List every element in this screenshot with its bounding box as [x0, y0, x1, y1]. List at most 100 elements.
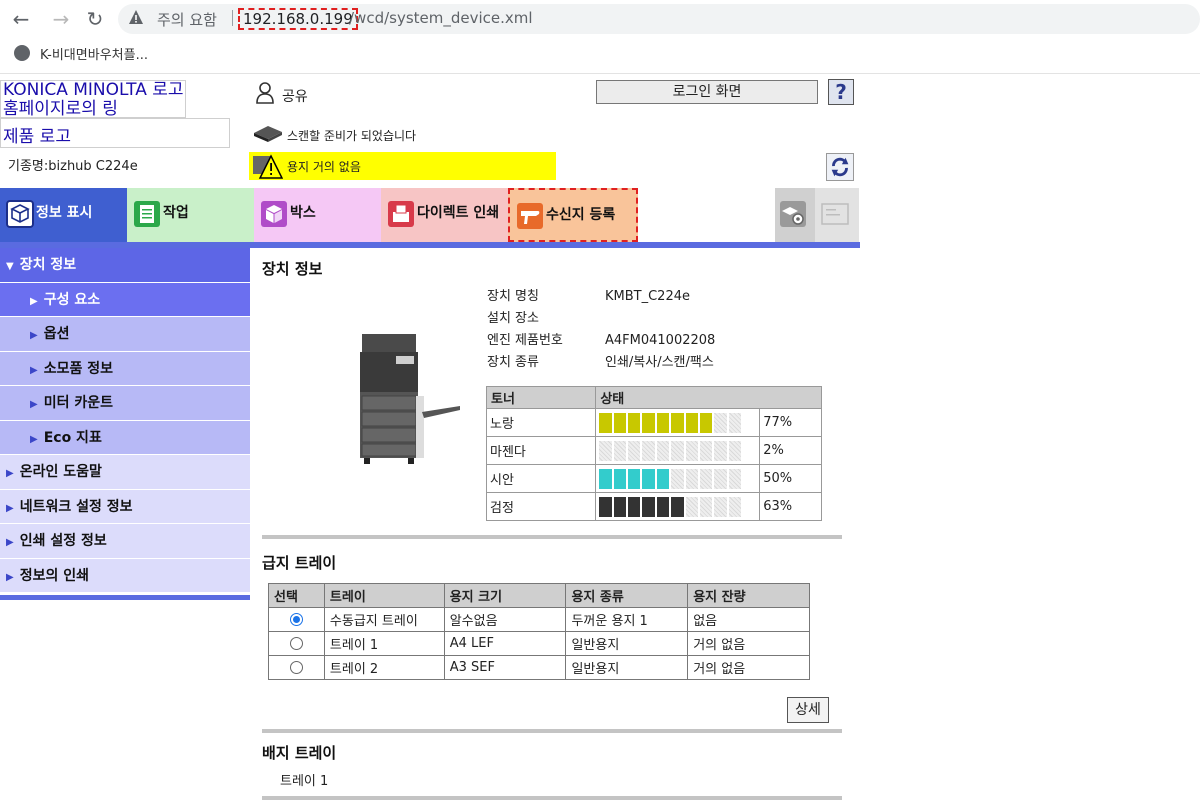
toner-segment	[714, 412, 727, 433]
paper-warning-text: 용지 거의 없음	[287, 160, 361, 174]
tab-utility[interactable]	[775, 188, 815, 242]
info-display-icon	[6, 200, 34, 228]
status-header: 상태	[595, 386, 822, 409]
help-button[interactable]: ?	[828, 79, 854, 105]
info-key: 엔진 제품번호	[487, 333, 563, 348]
toner-segment	[642, 412, 655, 433]
tray-cell: 수동급지 트레이	[323, 607, 445, 632]
tray-header-tray: 트레이	[323, 583, 445, 608]
sidebar-item-eco[interactable]: ▶ Eco 지표	[0, 420, 250, 455]
warning-printer-icon	[253, 154, 283, 179]
toner-segment	[714, 440, 727, 461]
sidebar-item-consumables[interactable]: ▶ 소모품 정보	[0, 351, 250, 386]
warning-triangle-icon[interactable]	[128, 9, 144, 25]
tray-table: 선택 트레이 용지 크기 용지 종류 용지 잔량 수동급지 트레이 알수없음 두…	[268, 583, 810, 680]
toner-color-name: 노랑	[485, 408, 597, 437]
company-logo-link[interactable]: KONICA MINOLTA 로고 홈페이지로의 링	[0, 80, 186, 118]
tray-header-size: 용지 크기	[443, 583, 567, 608]
exit-tray-title: 배지 트레이	[262, 744, 337, 762]
screen-icon	[821, 203, 849, 225]
sidebar-item-network-settings[interactable]: ▶ 네트워크 설정 정보	[0, 489, 250, 524]
toner-segment	[728, 496, 742, 517]
browser-chrome: ← → ↻ 주의 요함 192.168.0.199 /wcd/system_de…	[0, 0, 1200, 74]
toner-segment	[599, 496, 612, 517]
toner-segment	[728, 440, 742, 461]
tab-direct-print-label: 다이렉트 인쇄	[417, 205, 500, 221]
omnibox-divider	[232, 10, 233, 26]
refresh-icon[interactable]	[826, 153, 854, 181]
sidebar-item-print-settings[interactable]: ▶ 인쇄 설정 정보	[0, 524, 250, 559]
device-info-title: 장치 정보	[262, 260, 323, 278]
toner-segment	[685, 440, 699, 461]
reload-icon[interactable]: ↻	[82, 6, 108, 32]
sidebar-bottom-bar	[0, 595, 250, 600]
tray-radio[interactable]	[289, 613, 303, 626]
bookmark-link[interactable]: K-비대면바우처플...	[40, 44, 148, 63]
info-value: KMBT_C224e	[605, 289, 690, 304]
info-row: 장치 종류 인쇄/복사/스캔/팩스	[487, 352, 715, 374]
info-row: 엔진 제품번호 A4FM041002208	[487, 330, 715, 352]
sidebar-item-label: 구성 요소	[43, 291, 101, 308]
model-name: 기종명:bizhub C224e	[8, 159, 138, 174]
toner-row: 시안 50%	[485, 464, 822, 493]
security-label[interactable]: 주의 요함	[157, 9, 217, 30]
detail-button[interactable]: 상세	[787, 697, 829, 723]
sidebar-item-meter-count[interactable]: ▶ 미터 카운트	[0, 386, 250, 421]
tab-direct-print[interactable]: 다이렉트 인쇄	[381, 188, 508, 242]
sidebar-item-online-help[interactable]: ▶ 온라인 도움말	[0, 455, 250, 490]
login-screen-button[interactable]: 로그인 화면	[596, 80, 818, 104]
toner-segment	[714, 468, 727, 489]
table-row: 트레이 1 A4 LEF 일반용지 거의 없음	[268, 631, 810, 656]
box-icon	[261, 201, 287, 227]
sidebar-item-print-info[interactable]: ▶ 정보의 인쇄	[0, 558, 250, 593]
tray-select-cell	[268, 631, 325, 656]
tray-radio[interactable]	[289, 637, 303, 650]
tab-maintenance[interactable]	[815, 188, 859, 242]
sidebar-item-components[interactable]: ▶ 구성 요소	[0, 282, 250, 317]
sidebar-item-options[interactable]: ▶ 옵션	[0, 317, 250, 352]
tray-cell: 거의 없음	[687, 655, 810, 680]
toner-level-cell	[595, 436, 761, 465]
info-key: 장치 종류	[487, 355, 539, 370]
sidebar-item-label: Eco 지표	[43, 429, 102, 446]
back-arrow-icon[interactable]: ←	[8, 6, 34, 32]
tab-destination-register[interactable]: 수신지 등록	[508, 188, 638, 242]
info-key: 장치 명칭	[487, 289, 539, 304]
tray-header-remain: 용지 잔량	[687, 583, 810, 608]
forward-arrow-icon[interactable]: →	[48, 6, 74, 32]
toner-segment	[700, 412, 713, 433]
url-path[interactable]: /wcd/system_device.xml	[349, 9, 533, 27]
toner-segment	[671, 412, 684, 433]
toner-segment	[599, 440, 612, 461]
sidebar-item-device-info[interactable]: ▼ 장치 정보	[0, 248, 250, 283]
sidebar-item-label: 미터 카운트	[43, 395, 113, 411]
toner-segment	[628, 468, 641, 489]
sidebar-item-label: 인쇄 설정 정보	[19, 533, 107, 549]
toner-segment	[728, 468, 742, 489]
toner-segment	[628, 412, 641, 433]
info-row: 장치 명칭 KMBT_C224e	[487, 286, 715, 308]
toner-segment	[700, 468, 713, 489]
tray-cell: 없음	[687, 607, 810, 632]
url-host[interactable]: 192.168.0.199	[238, 8, 358, 30]
tab-job[interactable]: 작업	[127, 188, 254, 242]
toner-segment	[656, 412, 670, 433]
toner-level-cell	[595, 464, 761, 493]
tray-select-cell	[268, 607, 325, 632]
sidebar: ▼ 장치 정보 ▶ 구성 요소 ▶ 옵션 ▶ 소모품 정보 ▶ 미터 카운트 ▶ Eco 지…	[0, 248, 250, 600]
tray-radio[interactable]	[289, 661, 303, 674]
toner-percent: 50%	[759, 464, 822, 493]
scan-status-text: 스캔할 준비가 되었습니다	[287, 129, 417, 143]
tab-box[interactable]: 박스	[254, 188, 381, 242]
main-tabs: 정보 표시 작업 박스 다이렉트 인쇄 수신지 등록	[0, 188, 860, 242]
toner-segment	[656, 440, 670, 461]
device-info-grid: 장치 명칭 KMBT_C224e 설치 장소 엔진 제품번호 A4FM0410022…	[487, 286, 715, 374]
section-divider	[262, 796, 842, 800]
tray-cell: 일반용지	[565, 631, 689, 656]
tab-info-display[interactable]: 정보 표시	[0, 188, 127, 242]
sidebar-item-label: 네트워크 설정 정보	[19, 498, 133, 515]
sidebar-item-label: 온라인 도움말	[19, 464, 102, 480]
toner-level-bar	[599, 440, 756, 461]
tab-box-label: 박스	[290, 205, 316, 221]
tray-cell: 일반용지	[565, 655, 689, 680]
